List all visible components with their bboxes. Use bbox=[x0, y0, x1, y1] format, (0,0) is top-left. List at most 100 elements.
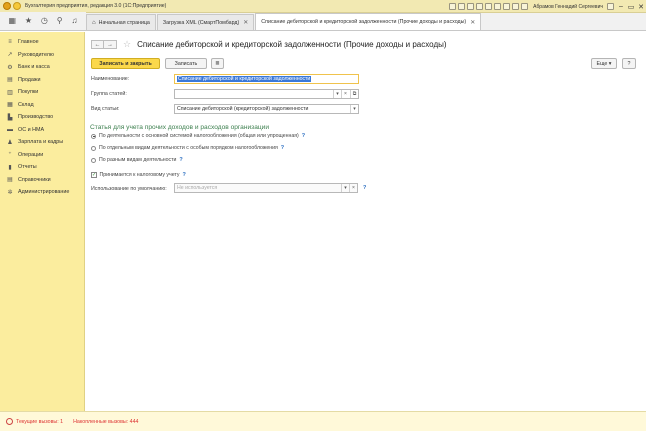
performance-icon[interactable] bbox=[6, 418, 13, 425]
history-icon[interactable] bbox=[476, 3, 484, 10]
radio-button[interactable] bbox=[91, 157, 96, 163]
radio-label: По деятельности с основной системой нало… bbox=[99, 133, 299, 139]
sales-icon: ▤ bbox=[7, 77, 13, 84]
calc-icon[interactable] bbox=[494, 3, 502, 10]
sidebar-item-manager[interactable]: ↗ Руководителю bbox=[0, 49, 84, 62]
maximize-icon[interactable]: ▭ bbox=[626, 0, 636, 13]
book-icon: ▤ bbox=[7, 177, 13, 184]
minimize-icon[interactable]: – bbox=[616, 0, 626, 13]
tab-writeoff[interactable]: Списание дебиторской и кредиторской задо… bbox=[255, 13, 482, 30]
help-icon[interactable]: ? bbox=[363, 185, 366, 191]
bell-icon[interactable] bbox=[467, 3, 475, 10]
tab-xml-import[interactable]: Загрузка XML (СмартПомбард) ✕ bbox=[156, 14, 255, 30]
help-icon[interactable]: ? bbox=[182, 172, 185, 178]
name-value: Списание дебиторской и кредиторской задо… bbox=[177, 76, 312, 82]
favorites-star-icon[interactable]: ★ bbox=[25, 17, 32, 25]
grid-icon[interactable] bbox=[449, 3, 457, 10]
gear-icon: ✲ bbox=[7, 189, 13, 196]
sidebar-item-reports[interactable]: ▮ Отчеты bbox=[0, 161, 84, 174]
tab-home[interactable]: ⌂ Начальная страница bbox=[86, 14, 156, 30]
status-bar: Текущие вызовы: 1 Накопленные вызовы: 44… bbox=[0, 411, 646, 431]
sidebar-item-label: Склад bbox=[18, 101, 34, 108]
dropdown-icon[interactable]: ▾ bbox=[333, 90, 341, 98]
sidebar-item-label: Отчеты bbox=[18, 164, 37, 171]
radio-special[interactable]: По отдельным видам деятельности с особым… bbox=[91, 145, 284, 151]
sidebar-item-admin[interactable]: ✲ Администрирование bbox=[0, 186, 84, 199]
dropdown-icon[interactable]: ▾ bbox=[341, 184, 349, 192]
bank-icon: ⚙ bbox=[7, 64, 13, 71]
sidebar-item-label: Покупки bbox=[18, 89, 39, 96]
factory-icon: ▙ bbox=[7, 114, 13, 121]
radio-label: По разным видам деятельности bbox=[99, 157, 177, 163]
title-bar: Бухгалтерия предприятия, редакция 3.0 (1… bbox=[0, 0, 646, 13]
calendar-icon[interactable] bbox=[503, 3, 511, 10]
type-select[interactable]: Списание дебиторской (кредиторской) задо… bbox=[174, 104, 359, 114]
sidebar-item-warehouse[interactable]: ▦ Склад bbox=[0, 99, 84, 112]
sidebar-item-production[interactable]: ▙ Производство bbox=[0, 111, 84, 124]
window-title: Бухгалтерия предприятия, редакция 3.0 (1… bbox=[25, 3, 167, 9]
sidebar-item-label: ОС и НМА bbox=[18, 126, 45, 133]
content-area: ← → ☆ Списание дебиторской и кредиторско… bbox=[86, 32, 646, 411]
star-icon[interactable] bbox=[485, 3, 493, 10]
search-icon[interactable]: ⚲ bbox=[57, 17, 63, 25]
sidebar-item-directories[interactable]: ▤ Справочники bbox=[0, 174, 84, 187]
assets-icon: ▬ bbox=[7, 126, 13, 133]
document-list-icon[interactable]: ≣ bbox=[211, 58, 224, 69]
user-name[interactable]: Абрамов Геннадий Сергеевич bbox=[533, 4, 603, 10]
messages-icon[interactable] bbox=[458, 3, 466, 10]
chevron-down-icon[interactable]: ▾ bbox=[350, 105, 358, 113]
save-button[interactable]: Записать bbox=[165, 58, 207, 69]
help-button[interactable]: ? bbox=[622, 58, 636, 69]
back-button[interactable]: ← bbox=[91, 40, 104, 49]
close-window-icon[interactable]: ✕ bbox=[636, 0, 646, 13]
radio-general[interactable]: По деятельности с основной системой нало… bbox=[91, 133, 305, 139]
close-tab-icon[interactable]: ✕ bbox=[243, 19, 248, 26]
settings-icon[interactable] bbox=[607, 3, 614, 10]
group-label: Группа статей: bbox=[91, 91, 127, 97]
save-and-close-button[interactable]: Записать и закрыть bbox=[91, 58, 160, 69]
sidebar-item-label: Производство bbox=[18, 114, 54, 121]
main-menu-icon[interactable] bbox=[13, 2, 21, 10]
sections-grid-icon[interactable]: ▦ bbox=[8, 17, 16, 25]
sidebar-item-bank[interactable]: ⚙ Банк и касса bbox=[0, 61, 84, 74]
help-icon[interactable]: ? bbox=[302, 133, 305, 139]
sidebar-item-assets[interactable]: ▬ ОС и НМА bbox=[0, 124, 84, 137]
radio-button[interactable] bbox=[91, 145, 96, 151]
name-label: Наименование: bbox=[91, 76, 130, 82]
checkbox[interactable]: ✓ bbox=[91, 172, 97, 178]
info-icon[interactable] bbox=[521, 3, 529, 10]
history-clock-icon[interactable]: ◷ bbox=[41, 17, 48, 25]
sidebar-item-salary[interactable]: ♟ Зарплата и кадры bbox=[0, 136, 84, 149]
favorite-star-icon[interactable]: ☆ bbox=[123, 39, 131, 50]
clear-icon[interactable]: × bbox=[341, 90, 349, 98]
name-field[interactable]: Списание дебиторской и кредиторской задо… bbox=[174, 74, 359, 84]
radio-button[interactable] bbox=[91, 133, 96, 139]
sidebar-item-sales[interactable]: ▤ Продажи bbox=[0, 74, 84, 87]
tax-accounting-checkbox[interactable]: ✓ Принимается к налоговому учету ? bbox=[91, 172, 186, 178]
forward-button[interactable]: → bbox=[104, 40, 117, 49]
notifications-bell-icon[interactable]: ♫ bbox=[72, 17, 78, 25]
help-icon[interactable]: ? bbox=[179, 157, 182, 163]
default-usage-field[interactable]: Не используется ▾ × bbox=[174, 183, 358, 193]
sidebar-item-purchases[interactable]: ▥ Покупки bbox=[0, 86, 84, 99]
help-icon[interactable]: ? bbox=[281, 145, 284, 151]
tab-label: Начальная страница bbox=[98, 19, 150, 26]
sidebar-item-main[interactable]: ≡ Главное bbox=[0, 36, 84, 49]
sidebar-item-label: Руководителю bbox=[18, 51, 54, 58]
section-title: Статья для учета прочих доходов и расход… bbox=[90, 124, 270, 131]
reports-icon: ▮ bbox=[8, 164, 12, 171]
cart-icon: ▥ bbox=[7, 89, 13, 96]
clear-icon[interactable]: × bbox=[349, 184, 357, 192]
close-tab-icon[interactable]: ✕ bbox=[470, 19, 475, 26]
app-logo-icon bbox=[3, 2, 11, 10]
home-icon: ⌂ bbox=[92, 19, 96, 26]
radio-mixed[interactable]: По разным видам деятельности ? bbox=[91, 157, 183, 163]
sidebar-item-operations[interactable]: ⁺ Операции bbox=[0, 149, 84, 162]
group-field[interactable]: ▾ × ⧉ bbox=[174, 89, 359, 99]
zoom-icon[interactable] bbox=[512, 3, 520, 10]
more-button[interactable]: Еще ▾ bbox=[591, 58, 617, 69]
type-label: Вид статьи: bbox=[91, 106, 120, 112]
open-link-icon[interactable]: ⧉ bbox=[350, 90, 358, 98]
warehouse-icon: ▦ bbox=[7, 102, 13, 109]
operations-icon: ⁺ bbox=[8, 152, 12, 159]
